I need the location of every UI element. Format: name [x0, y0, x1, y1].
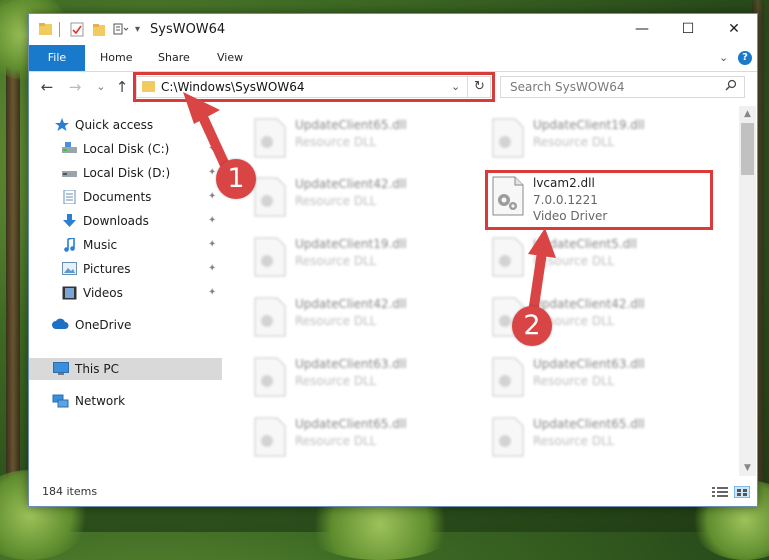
- drive-icon: [62, 142, 77, 155]
- list-item[interactable]: UpdateClient65.dll Resource DLL: [253, 415, 483, 467]
- download-icon: [63, 214, 78, 227]
- list-item[interactable]: UpdateClient65.dll Resource DLL: [253, 116, 483, 168]
- address-highlight-box: [133, 72, 495, 102]
- pin-icon: ✦: [208, 143, 217, 154]
- navigation-pane: Quick access Local Disk (C:) ✦ Local Dis…: [29, 106, 222, 476]
- pin-icon: ✦: [208, 191, 217, 202]
- pin-icon: ✦: [208, 239, 217, 250]
- drive-icon: [62, 166, 77, 179]
- folder-icon: [39, 22, 52, 38]
- recent-locations-button[interactable]: ⌄: [91, 77, 111, 97]
- item-count: 184 items: [42, 485, 98, 498]
- separator: [59, 22, 60, 37]
- documents-icon: [63, 189, 78, 205]
- star-icon: [55, 118, 70, 131]
- ribbon-expand-icon[interactable]: ⌄: [719, 51, 728, 64]
- list-item[interactable]: UpdateClient63.dll Resource DLL: [491, 355, 721, 407]
- sidebar-item-music[interactable]: Music ✦: [29, 234, 222, 256]
- dll-file-icon: [254, 118, 286, 158]
- dll-file-icon: [492, 237, 524, 277]
- pictures-icon: [62, 262, 77, 275]
- pin-icon: ✦: [208, 263, 217, 274]
- videos-icon: [62, 286, 77, 300]
- tab-view[interactable]: View: [217, 45, 243, 71]
- dll-file-icon: [492, 357, 524, 397]
- dll-file-icon: [492, 417, 524, 457]
- sidebar-item-this-pc[interactable]: This PC: [29, 358, 222, 380]
- sidebar-item-pictures[interactable]: Pictures ✦: [29, 258, 222, 280]
- list-item[interactable]: UpdateClient19.dll Resource DLL: [491, 116, 721, 168]
- file-list: UpdateClient65.dll Resource DLL UpdateCl…: [223, 106, 739, 476]
- dll-file-icon: [254, 177, 286, 217]
- new-folder-icon[interactable]: [92, 22, 106, 38]
- close-button[interactable]: ✕: [711, 14, 757, 45]
- sidebar-item-onedrive[interactable]: OneDrive: [29, 314, 222, 336]
- computer-icon: [53, 362, 69, 375]
- cloud-icon: [52, 318, 69, 331]
- pin-icon: ✦: [208, 287, 217, 298]
- dll-file-icon: [254, 237, 286, 277]
- back-button[interactable]: ←: [37, 77, 57, 97]
- network-icon: [52, 394, 69, 408]
- list-item[interactable]: UpdateClient65.dll Resource DLL: [491, 415, 721, 467]
- status-bar: 184 items: [29, 479, 757, 506]
- customize-quick-access-icon[interactable]: [113, 22, 129, 38]
- search-placeholder: Search SysWOW64: [510, 80, 625, 94]
- details-view-icon[interactable]: [712, 486, 728, 498]
- dll-file-icon: [254, 357, 286, 397]
- vertical-scrollbar[interactable]: ▲ ▼: [739, 106, 756, 476]
- sidebar-item-videos[interactable]: Videos ✦: [29, 282, 222, 304]
- sidebar-item-downloads[interactable]: Downloads ✦: [29, 210, 222, 232]
- maximize-button[interactable]: ☐: [665, 14, 711, 45]
- tab-file[interactable]: File: [29, 45, 85, 71]
- ribbon: File Home Share View ⌄ ?: [29, 45, 757, 72]
- sidebar-item-local-disk-d[interactable]: Local Disk (D:) ✦: [29, 162, 222, 184]
- chevron-down-icon[interactable]: ▾: [135, 24, 143, 40]
- tab-share[interactable]: Share: [158, 45, 190, 71]
- tree-trunk: [6, 0, 20, 532]
- scroll-thumb[interactable]: [741, 123, 754, 175]
- scroll-down-icon[interactable]: ▼: [739, 460, 756, 476]
- step-1-badge: 1: [216, 159, 256, 199]
- tab-home[interactable]: Home: [100, 45, 132, 71]
- search-box[interactable]: Search SysWOW64: [500, 76, 745, 98]
- list-item[interactable]: UpdateClient63.dll Resource DLL: [253, 355, 483, 407]
- list-item[interactable]: UpdateClient19.dll Resource DLL: [253, 235, 483, 287]
- list-item[interactable]: UpdateClient42.dll Resource DLL: [253, 175, 483, 227]
- step-2-badge: 2: [512, 306, 552, 346]
- sidebar-item-documents[interactable]: Documents ✦: [29, 186, 222, 208]
- dll-file-icon: [492, 118, 524, 158]
- dll-file-icon: [254, 417, 286, 457]
- minimize-button[interactable]: —: [619, 14, 665, 45]
- pin-icon: ✦: [208, 215, 217, 226]
- search-icon[interactable]: [725, 79, 737, 94]
- dll-file-icon: [254, 297, 286, 337]
- up-button[interactable]: ↑: [112, 77, 132, 97]
- window-title: SysWOW64: [150, 22, 226, 37]
- list-item[interactable]: UpdateClient5.dll Resource DLL: [491, 235, 721, 287]
- sidebar-item-network[interactable]: Network: [29, 390, 222, 412]
- sidebar-item-local-disk-c[interactable]: Local Disk (C:) ✦: [29, 138, 222, 160]
- properties-icon[interactable]: [70, 22, 84, 38]
- help-icon[interactable]: ?: [738, 51, 752, 65]
- large-icons-view-icon[interactable]: [733, 485, 751, 499]
- file-highlight-box: [485, 170, 713, 230]
- title-bar: ▾ SysWOW64 — ☐ ✕: [29, 14, 757, 45]
- forward-button[interactable]: →: [65, 77, 85, 97]
- scroll-up-icon[interactable]: ▲: [739, 106, 756, 122]
- list-item[interactable]: UpdateClient42.dll Resource DLL: [253, 295, 483, 347]
- sidebar-item-quick-access[interactable]: Quick access: [29, 114, 222, 136]
- music-icon: [63, 237, 78, 252]
